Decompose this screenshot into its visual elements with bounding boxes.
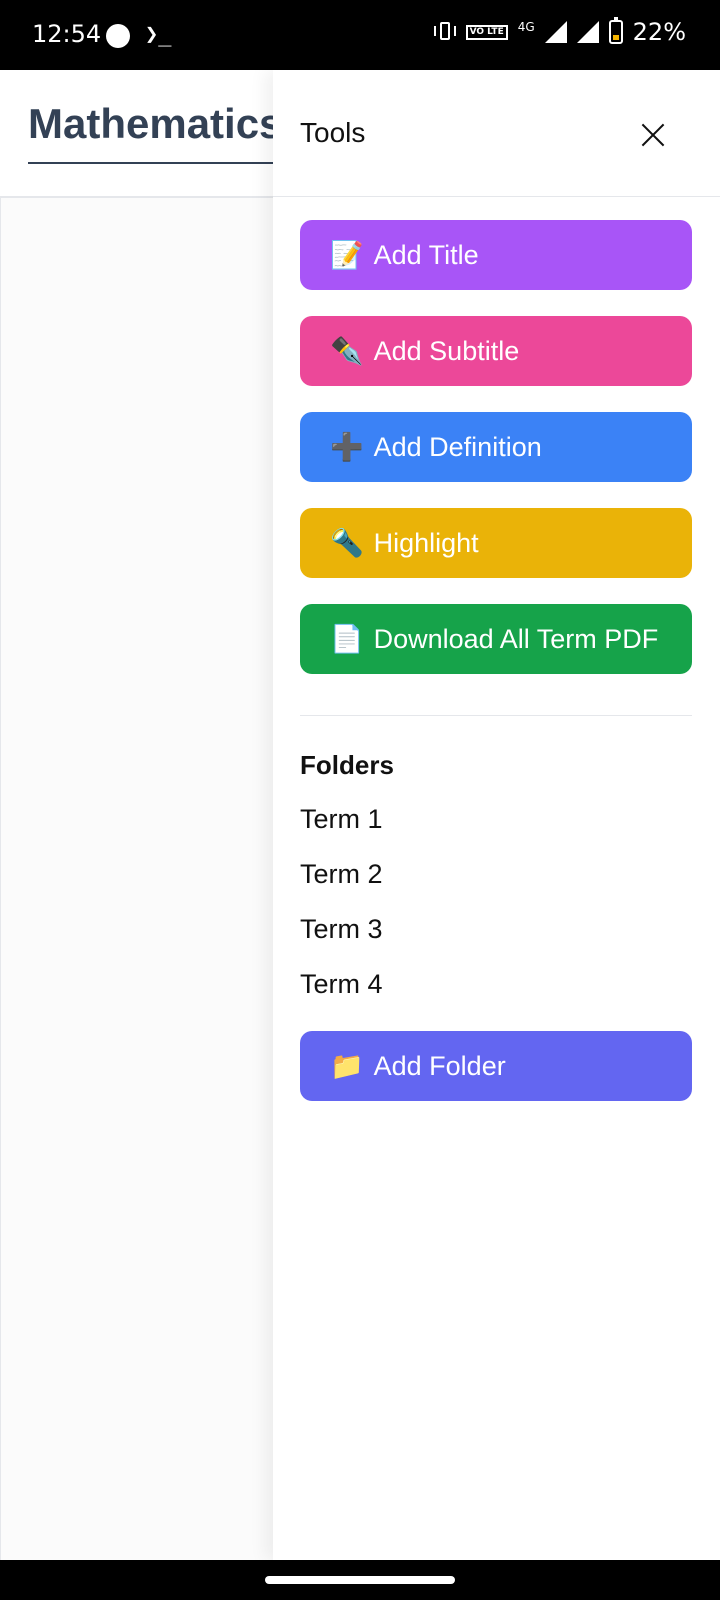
title-underline bbox=[28, 162, 288, 164]
status-bar: 12:54 ❯_ VO LTE 4G 22% bbox=[0, 0, 720, 70]
folder-item-term-4[interactable]: Term 4 bbox=[300, 969, 383, 1000]
folder-item-term-2[interactable]: Term 2 bbox=[300, 859, 383, 890]
add-folder-button[interactable]: 📁 Add Folder bbox=[300, 1031, 692, 1101]
drawer-divider bbox=[300, 715, 692, 716]
terminal-icon: ❯_ bbox=[145, 22, 172, 47]
button-label: Add Folder bbox=[373, 1050, 506, 1081]
status-time: 12:54 bbox=[32, 20, 102, 48]
battery-percent: 22% bbox=[632, 18, 686, 46]
button-label: Download All Term PDF bbox=[373, 623, 659, 654]
vibrate-icon bbox=[433, 20, 456, 44]
signal-icon-2 bbox=[576, 21, 599, 43]
folder-item-term-1[interactable]: Term 1 bbox=[300, 804, 383, 835]
button-label: Add Title bbox=[373, 239, 479, 270]
plus-icon: ➕ bbox=[330, 432, 364, 463]
tools-drawer: Tools 📝 Add Title ✒️ Add Subtitle ➕ Add … bbox=[273, 70, 720, 1560]
flashlight-icon: 🔦 bbox=[330, 528, 364, 559]
folders-heading: Folders bbox=[300, 750, 394, 780]
navigation-bar bbox=[0, 1560, 720, 1600]
download-all-term-pdf-button[interactable]: 📄 Download All Term PDF bbox=[300, 604, 692, 674]
add-title-button[interactable]: 📝 Add Title bbox=[300, 220, 692, 290]
page-title[interactable]: Mathematics bbox=[28, 100, 282, 148]
add-subtitle-button[interactable]: ✒️ Add Subtitle bbox=[300, 316, 692, 386]
pen-icon: ✒️ bbox=[330, 336, 364, 367]
folder-icon: 📁 bbox=[330, 1051, 364, 1082]
home-gesture-handle[interactable] bbox=[265, 1576, 455, 1584]
memo-icon: 📝 bbox=[330, 240, 364, 271]
button-label: Highlight bbox=[373, 527, 479, 558]
signal-icon bbox=[544, 21, 567, 43]
button-label: Add Definition bbox=[373, 431, 542, 462]
status-icons: VO LTE 4G 22% bbox=[433, 17, 686, 46]
battery-icon bbox=[608, 17, 623, 44]
document-icon: 📄 bbox=[330, 624, 364, 655]
button-label: Add Subtitle bbox=[373, 335, 520, 366]
add-definition-button[interactable]: ➕ Add Definition bbox=[300, 412, 692, 482]
folder-item-term-3[interactable]: Term 3 bbox=[300, 914, 383, 945]
volte-icon: VO LTE bbox=[465, 24, 508, 40]
drawer-header: Tools bbox=[273, 70, 720, 197]
network-type: 4G bbox=[517, 20, 535, 34]
close-icon[interactable] bbox=[633, 116, 673, 156]
notification-dot-icon bbox=[106, 24, 130, 48]
highlight-button[interactable]: 🔦 Highlight bbox=[300, 508, 692, 578]
drawer-title: Tools bbox=[300, 117, 366, 148]
